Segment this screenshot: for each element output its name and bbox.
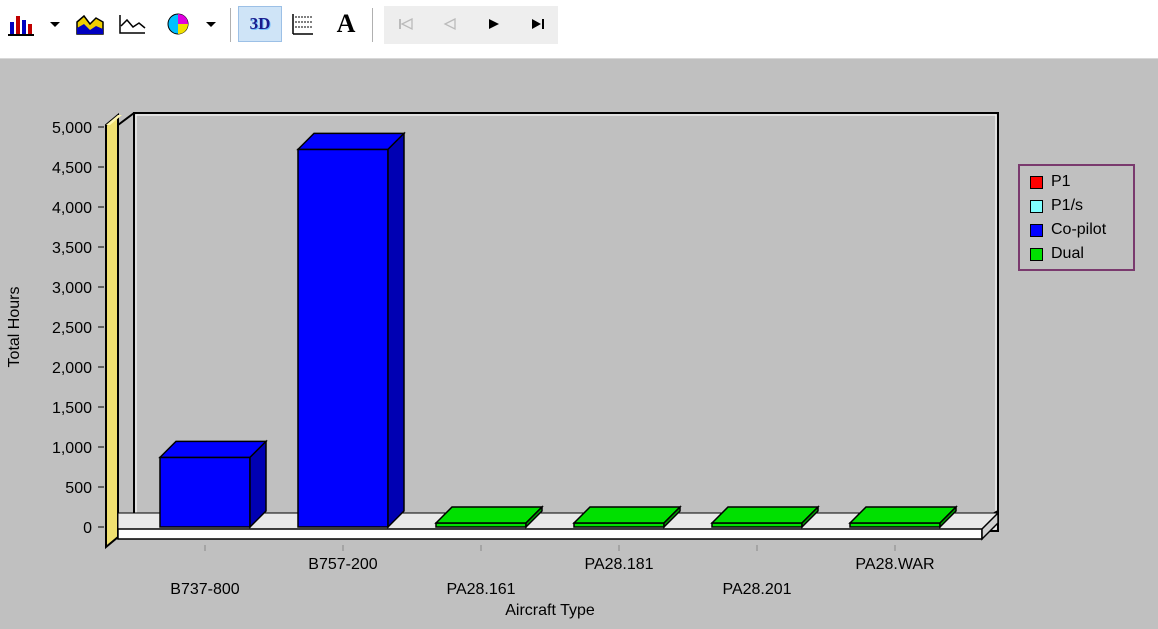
bar-top bbox=[848, 506, 958, 524]
legend-swatch bbox=[1030, 175, 1043, 189]
y-tick-label: 4,000 bbox=[52, 200, 92, 217]
area-chart-icon[interactable] bbox=[72, 6, 108, 42]
y-tick-label: 3,500 bbox=[52, 240, 92, 257]
font-icon[interactable]: A bbox=[328, 6, 364, 42]
legend-label: Dual bbox=[1051, 245, 1084, 262]
toolbar-separator bbox=[372, 8, 373, 42]
top-depth-edge bbox=[117, 112, 135, 126]
y-tick-label: 2,500 bbox=[52, 320, 92, 337]
y-tick-label: 3,000 bbox=[52, 280, 92, 297]
pie-dropdown-icon[interactable] bbox=[198, 6, 224, 42]
legend-label: Co-pilot bbox=[1051, 221, 1107, 238]
chart-toolbar: 3D A bbox=[0, 0, 1158, 59]
legend-label: P1 bbox=[1051, 173, 1071, 190]
y-tick-label: 500 bbox=[65, 480, 92, 497]
y-tick-label: 1,000 bbox=[52, 440, 92, 457]
gridlines-icon[interactable] bbox=[286, 6, 320, 42]
bar-top bbox=[572, 506, 682, 524]
y-axis-label: Total Hours bbox=[6, 287, 23, 368]
bar-chart-icon[interactable] bbox=[4, 6, 38, 42]
pie-chart-icon[interactable] bbox=[160, 6, 196, 42]
y-tick-label: 4,500 bbox=[52, 160, 92, 177]
left-wall bbox=[105, 112, 119, 550]
bar-top bbox=[296, 132, 406, 151]
y-tick-label: 5,000 bbox=[52, 120, 92, 137]
x-tick-label: PA28.181 bbox=[584, 556, 653, 573]
chart-type-dropdown-icon[interactable] bbox=[42, 6, 68, 42]
y-tick-label: 1,500 bbox=[52, 400, 92, 417]
bar-side bbox=[249, 439, 267, 529]
legend-swatch bbox=[1030, 223, 1043, 237]
first-page-icon[interactable] bbox=[388, 6, 424, 42]
toolbar-separator bbox=[230, 8, 231, 42]
chart-area: 0 500 1,000 1,500 2,000 2,500 3,000 3,500 4,000 4… bbox=[0, 59, 1158, 629]
legend-swatch bbox=[1030, 199, 1043, 213]
x-axis-label: Aircraft Type bbox=[505, 602, 595, 619]
floor-front bbox=[117, 528, 983, 540]
bar-top bbox=[434, 506, 544, 524]
legend-item[interactable]: P1 bbox=[1030, 172, 1071, 192]
chart-legend[interactable]: P1 P1/s Co-pilot Dual bbox=[1018, 164, 1135, 271]
bar-top bbox=[710, 506, 820, 524]
legend-item[interactable]: Dual bbox=[1030, 244, 1084, 264]
3d-toggle-icon[interactable]: 3D bbox=[238, 6, 282, 42]
bar-side bbox=[387, 131, 405, 529]
next-page-icon[interactable] bbox=[476, 6, 512, 42]
line-chart-icon[interactable] bbox=[114, 6, 150, 42]
x-tick-label: PA28.201 bbox=[722, 581, 791, 598]
last-page-icon[interactable] bbox=[520, 6, 556, 42]
x-tick-label: B757-200 bbox=[308, 556, 377, 573]
bar-front bbox=[297, 148, 389, 528]
legend-item[interactable]: Co-pilot bbox=[1030, 220, 1106, 240]
x-tick-label: PA28.161 bbox=[446, 581, 515, 598]
legend-label: P1/s bbox=[1051, 197, 1084, 214]
legend-swatch bbox=[1030, 247, 1043, 261]
x-tick-label: B737-800 bbox=[170, 581, 239, 598]
legend-item[interactable]: P1/s bbox=[1030, 196, 1083, 216]
bar-chart: 0 500 1,000 1,500 2,000 2,500 3,000 3,500 4,000 4… bbox=[6, 112, 1000, 619]
y-tick-label: 2,000 bbox=[52, 360, 92, 377]
bar-front bbox=[159, 456, 251, 528]
y-tick-label: 0 bbox=[83, 520, 92, 537]
previous-page-icon[interactable] bbox=[432, 6, 468, 42]
bar-top bbox=[158, 440, 268, 459]
x-tick-label: PA28.WAR bbox=[855, 556, 934, 573]
